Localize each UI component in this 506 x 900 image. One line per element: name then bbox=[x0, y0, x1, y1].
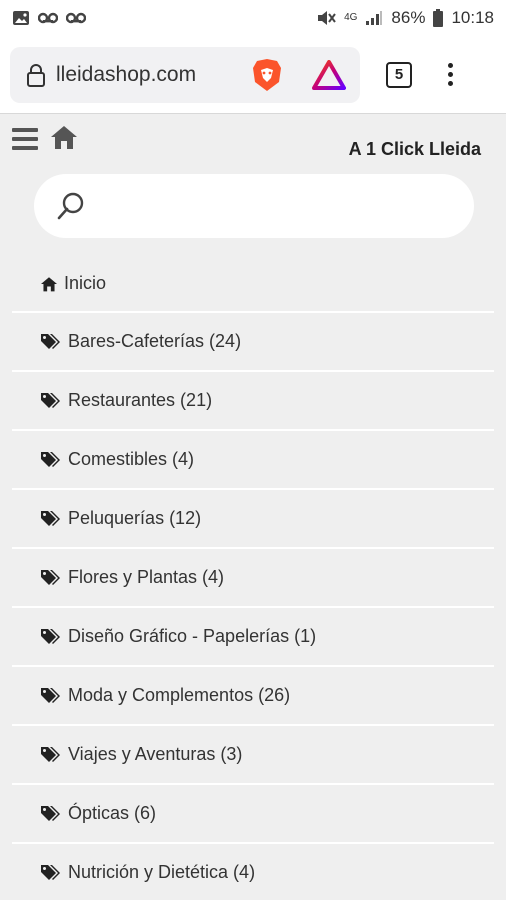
url-text[interactable]: lleidashop.com bbox=[56, 63, 242, 87]
menu-dot bbox=[448, 81, 453, 86]
menu-item-label: Nutrición y Dietética (4) bbox=[68, 862, 256, 882]
tags-icon bbox=[41, 333, 60, 349]
home-icon bbox=[41, 276, 57, 291]
voicemail-icon bbox=[66, 12, 86, 24]
search-icon bbox=[57, 192, 84, 220]
menu-item-flores-plantas[interactable]: Flores y Plantas (4) bbox=[12, 549, 494, 608]
menu-item-label: Comestibles (4) bbox=[68, 449, 195, 469]
menu-dot bbox=[448, 72, 453, 77]
signal-icon bbox=[366, 11, 383, 25]
gallery-icon bbox=[13, 11, 29, 25]
search-input[interactable] bbox=[34, 174, 474, 238]
battery-percent: 86% bbox=[391, 8, 426, 27]
menu-item-label: Moda y Complementos (26) bbox=[68, 685, 291, 705]
tags-icon bbox=[41, 805, 60, 821]
brave-rewards-icon[interactable] bbox=[312, 59, 346, 90]
overflow-menu-button[interactable] bbox=[448, 63, 453, 86]
menu-item-label: Restaurantes (21) bbox=[68, 390, 213, 410]
status-bar: 4G 86% 10:18 bbox=[0, 0, 506, 36]
status-left bbox=[12, 10, 86, 26]
status-right: 4G 86% 10:18 bbox=[316, 8, 494, 28]
browser-toolbar: lleidashop.com 5 bbox=[0, 36, 506, 114]
tags-icon bbox=[41, 392, 60, 408]
lock-icon bbox=[27, 63, 45, 87]
menu-item-opticas[interactable]: Ópticas (6) bbox=[12, 785, 494, 844]
tags-icon bbox=[41, 628, 60, 644]
clock: 10:18 bbox=[451, 8, 494, 27]
brave-shields-icon[interactable] bbox=[252, 58, 282, 92]
menu-item-peluquerias[interactable]: Peluquerías (12) bbox=[12, 490, 494, 549]
menu-item-label: Inicio bbox=[64, 273, 107, 293]
hamburger-line bbox=[12, 128, 38, 132]
menu-dot bbox=[448, 63, 453, 68]
tags-icon bbox=[41, 687, 60, 703]
menu-item-bares-cafeterias[interactable]: Bares-Cafeterías (24) bbox=[12, 313, 494, 372]
site-header: A 1 Click Lleida bbox=[0, 114, 506, 174]
menu-item-label: Bares-Cafeterías (24) bbox=[68, 331, 242, 351]
tags-icon bbox=[41, 746, 60, 762]
tags-icon bbox=[41, 510, 60, 526]
menu-item-restaurantes[interactable]: Restaurantes (21) bbox=[12, 372, 494, 431]
menu-item-moda[interactable]: Moda y Complementos (26) bbox=[12, 667, 494, 726]
menu-item-viajes[interactable]: Viajes y Aventuras (3) bbox=[12, 726, 494, 785]
address-bar[interactable]: lleidashop.com bbox=[10, 46, 360, 103]
menu-item-inicio[interactable]: Inicio bbox=[12, 256, 494, 313]
mute-icon bbox=[318, 11, 336, 25]
voicemail-icon bbox=[38, 12, 58, 24]
category-menu: Inicio Bares-Cafeterías (24) Restaurante… bbox=[0, 256, 506, 900]
menu-item-label: Flores y Plantas (4) bbox=[68, 567, 225, 587]
menu-item-label: Viajes y Aventuras (3) bbox=[68, 744, 243, 764]
menu-item-label: Ópticas (6) bbox=[68, 803, 157, 823]
tags-icon bbox=[41, 569, 60, 585]
menu-item-label: Diseño Gráfico - Papelerías (1) bbox=[68, 626, 317, 646]
hamburger-menu-icon[interactable] bbox=[12, 128, 38, 150]
menu-item-diseno-grafico[interactable]: Diseño Gráfico - Papelerías (1) bbox=[12, 608, 494, 667]
menu-item-label: Peluquerías (12) bbox=[68, 508, 202, 528]
network-type: 4G bbox=[344, 12, 358, 23]
menu-item-nutricion[interactable]: Nutrición y Dietética (4) bbox=[12, 844, 494, 900]
tab-switcher-button[interactable]: 5 bbox=[386, 61, 412, 88]
menu-item-comestibles[interactable]: Comestibles (4) bbox=[12, 431, 494, 490]
tags-icon bbox=[41, 451, 60, 467]
tags-icon bbox=[41, 864, 60, 880]
hamburger-line bbox=[12, 137, 38, 141]
hamburger-line bbox=[12, 146, 38, 150]
site-title: A 1 Click Lleida bbox=[348, 139, 481, 159]
home-icon[interactable] bbox=[50, 124, 78, 150]
battery-icon bbox=[433, 9, 444, 27]
